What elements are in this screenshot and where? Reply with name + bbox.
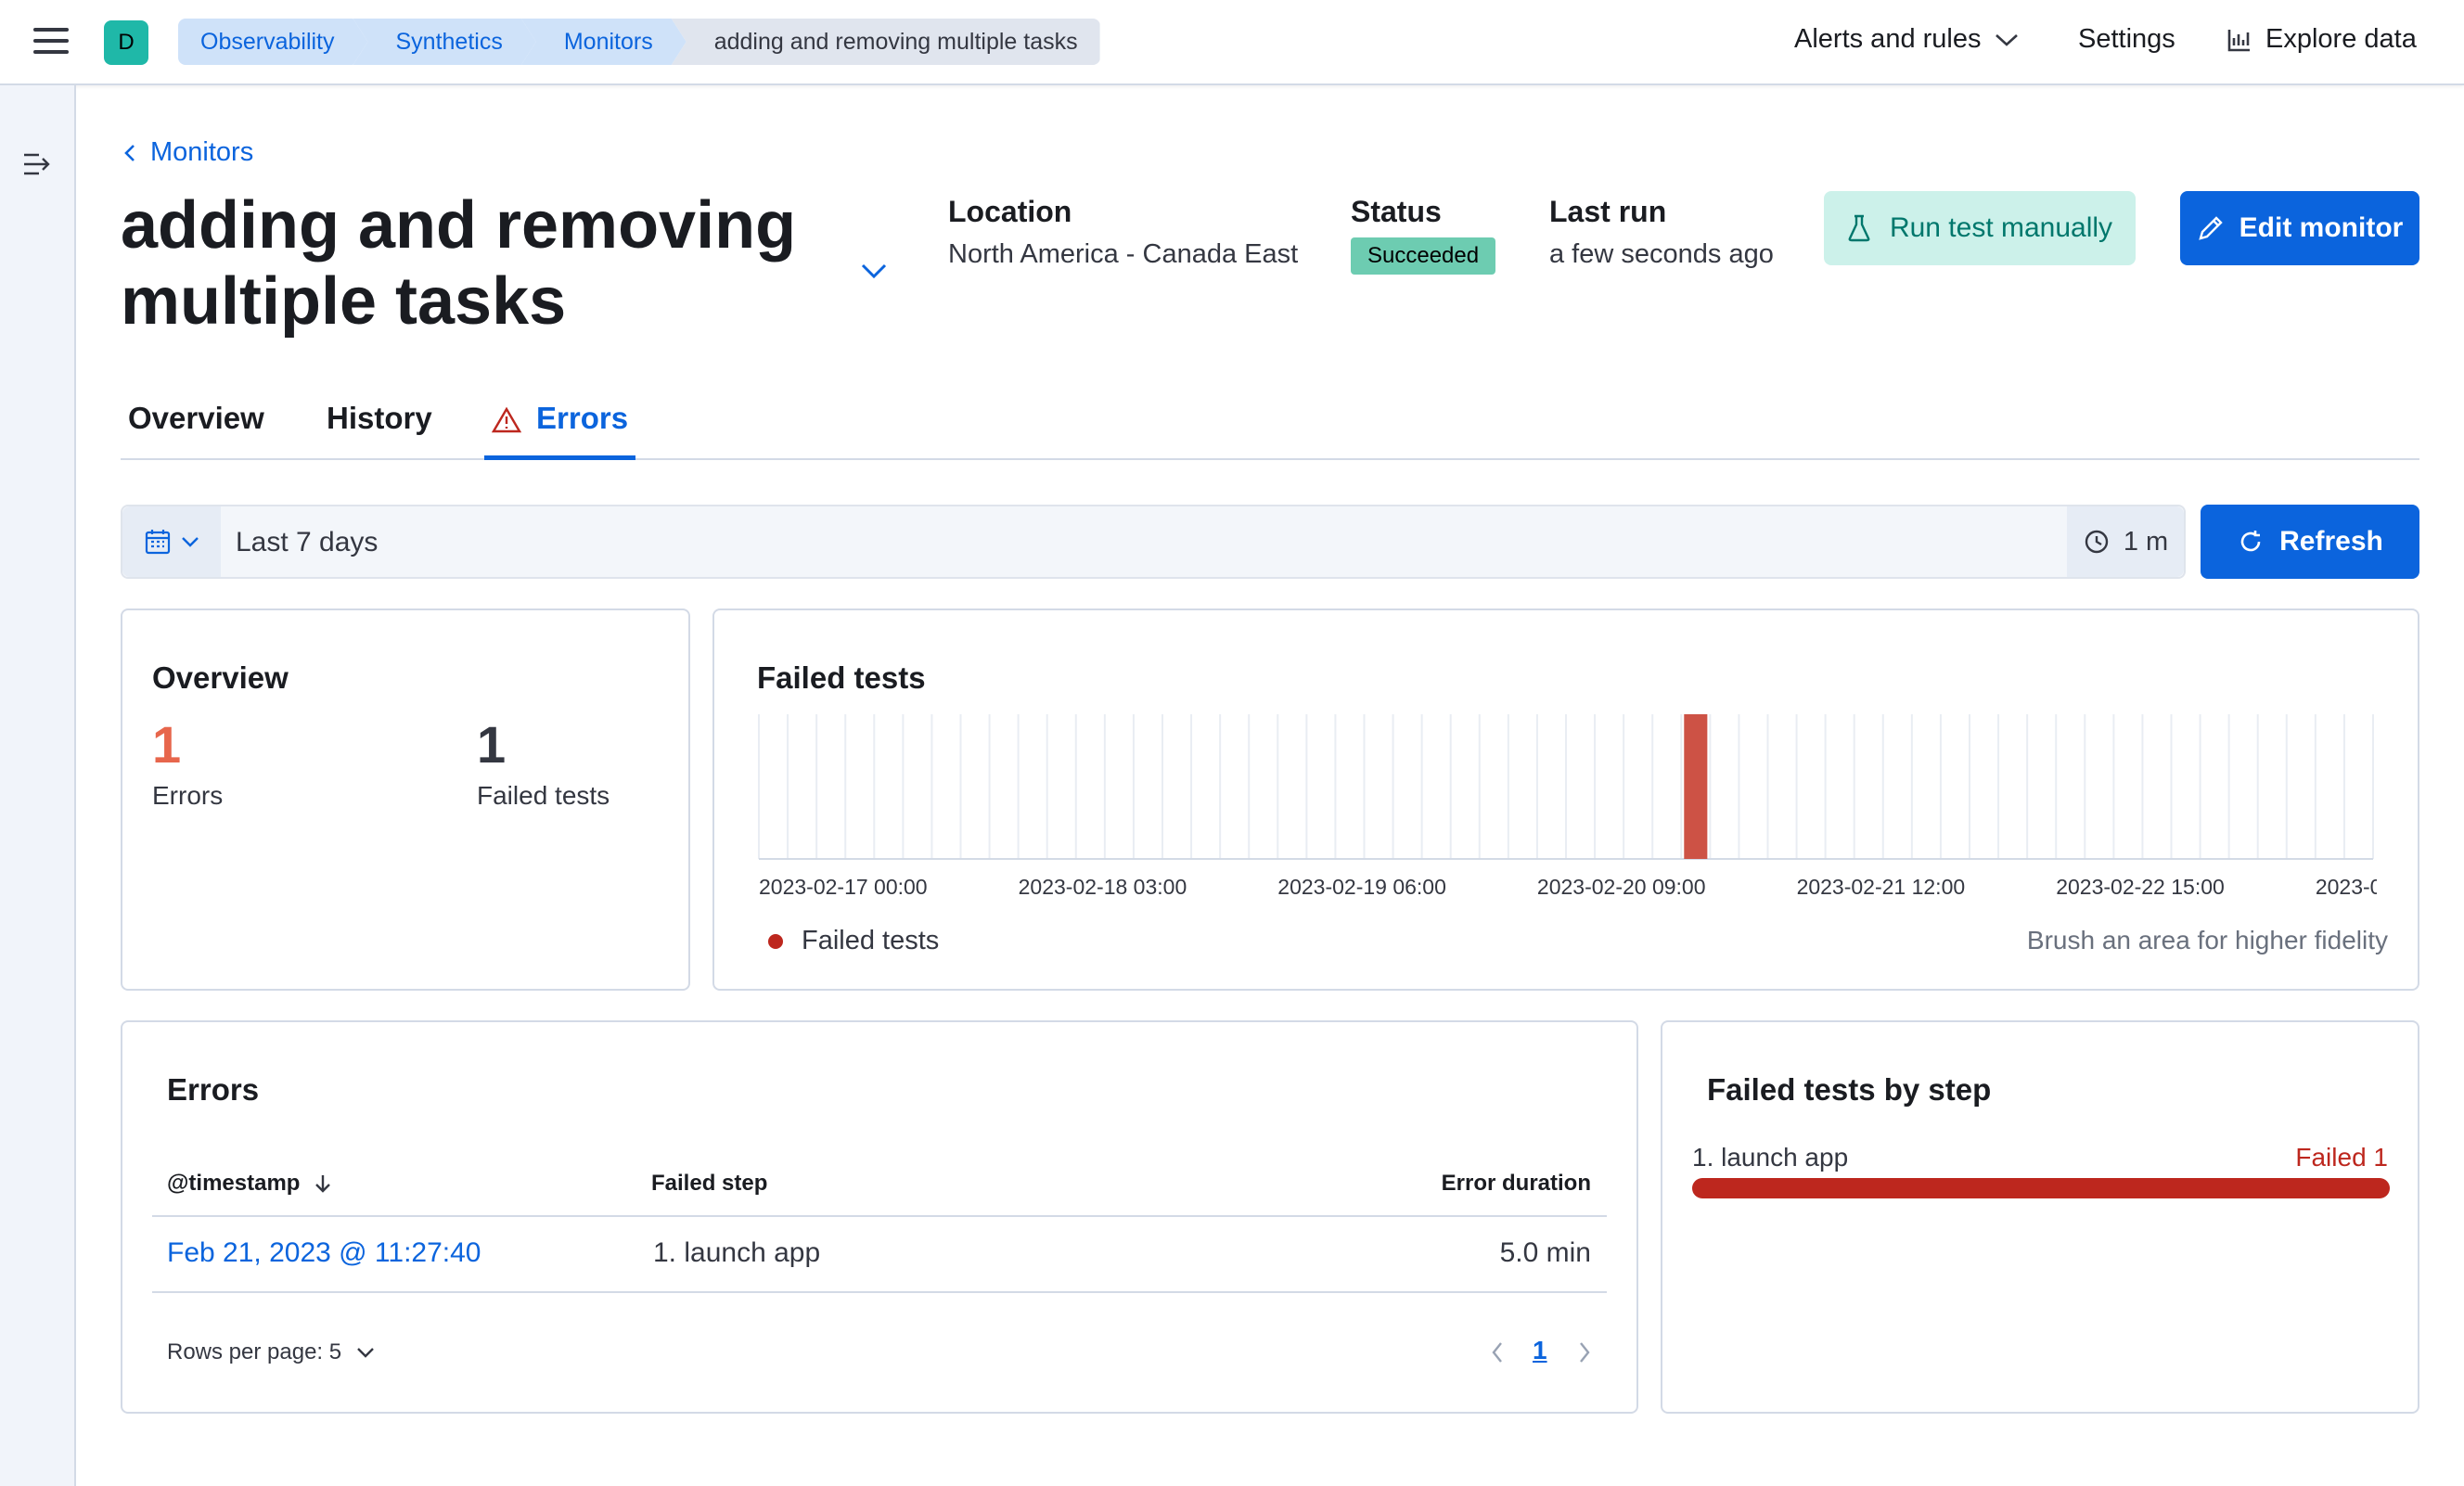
top-header: D Observability Synthetics Monitors addi…	[0, 0, 2464, 85]
table-row: Feb 21, 2023 @ 11:27:40	[167, 1237, 481, 1269]
error-duration: 5.0 min	[1499, 1237, 1591, 1268]
refresh-button[interactable]: Refresh	[2201, 505, 2419, 579]
monitor-tabs: Overview History Errors	[121, 390, 2419, 460]
errors-count: 1	[152, 715, 182, 774]
failed-step-column-header: Failed step	[651, 1171, 768, 1196]
run-test-label: Run test manually	[1889, 212, 2113, 243]
status-label: Status	[1351, 195, 1442, 228]
errors-count-label: Errors	[152, 781, 224, 810]
run-test-manually-button[interactable]: Run test manually	[1824, 191, 2136, 265]
edit-monitor-button[interactable]: Edit monitor	[2180, 191, 2419, 265]
chart-icon	[2227, 29, 2250, 51]
previous-page-button[interactable]	[1484, 1338, 1510, 1367]
back-to-monitors-link[interactable]: Monitors	[122, 137, 253, 168]
tab-overview[interactable]: Overview	[121, 401, 272, 460]
legend-dot	[768, 933, 783, 949]
breadcrumb-observability[interactable]: Observability	[178, 19, 368, 65]
failed-tests-chart[interactable]: 2023-02-17 00:00 2023-02-18 03:00 2023-02-…	[757, 712, 2377, 907]
page-title: adding and removing multiple tasks	[121, 188, 797, 339]
breadcrumb-monitors[interactable]: Monitors	[521, 19, 687, 65]
tab-errors-label: Errors	[536, 401, 629, 435]
error-failed-step: 1. launch app	[653, 1237, 821, 1268]
chevron-down-icon	[357, 1348, 374, 1358]
error-timestamp-link[interactable]: Feb 21, 2023 @ 11:27:40	[167, 1237, 481, 1268]
last-run-label: Last run	[1549, 195, 1667, 228]
menu-icon[interactable]	[33, 28, 69, 56]
table-header-divider	[152, 1215, 1607, 1217]
x-tick-label: 2023-02-17 00:00	[759, 875, 928, 899]
step-failure-bar	[1692, 1178, 2390, 1198]
timestamp-column-header[interactable]: @timestamp	[167, 1171, 333, 1197]
rows-per-page-label: Rows per page: 5	[167, 1339, 342, 1364]
legend-label: Failed tests	[802, 926, 940, 955]
tab-overview-label: Overview	[128, 401, 264, 435]
explore-data-link[interactable]: Explore data	[2227, 24, 2417, 55]
last-run-value: a few seconds ago	[1549, 239, 1774, 269]
rows-per-page-select[interactable]: Rows per page: 5	[167, 1339, 375, 1365]
failed-tests-count: 1	[477, 715, 507, 774]
tab-history-label: History	[327, 401, 432, 435]
chart-legend-item[interactable]: Failed tests	[768, 926, 939, 956]
pencil-icon	[2198, 216, 2223, 240]
chevron-left-icon	[124, 144, 135, 161]
page-number-button[interactable]: 1	[1533, 1336, 1547, 1365]
clock-icon	[2085, 530, 2109, 554]
back-label: Monitors	[150, 137, 254, 167]
brush-hint: Brush an area for higher fidelity	[2026, 926, 2388, 954]
x-tick-label: 2023-02-23 18:00	[2316, 875, 2377, 899]
timestamp-header-label: @timestamp	[167, 1171, 301, 1196]
next-page-button[interactable]	[1572, 1338, 1598, 1367]
table-row-divider	[152, 1291, 1607, 1293]
failed-by-step-title: Failed tests by step	[1707, 1072, 1992, 1107]
status-badge: Succeeded	[1351, 237, 1496, 275]
chevron-right-icon	[1580, 1342, 1590, 1363]
breadcrumb-current: adding and removing multiple tasks	[671, 19, 1100, 65]
step-name: 1. launch app	[1692, 1143, 1849, 1172]
quick-select-button[interactable]	[122, 506, 221, 577]
location-label: Location	[948, 195, 1072, 228]
location-value: North America - Canada East	[948, 239, 1299, 269]
failed-tests-count-label: Failed tests	[477, 781, 610, 810]
chevron-down-icon	[182, 537, 199, 547]
warning-icon	[492, 406, 521, 433]
date-range-text[interactable]: Last 7 days	[236, 527, 378, 558]
failed-test-bar[interactable]	[1684, 714, 1708, 859]
chevron-left-icon	[1492, 1342, 1502, 1363]
side-nav	[0, 85, 76, 1486]
monitor-switcher-chevron-icon[interactable]	[857, 260, 891, 282]
x-tick-label: 2023-02-19 06:00	[1277, 875, 1446, 899]
space-avatar[interactable]: D	[104, 20, 148, 65]
beaker-icon	[1848, 214, 1870, 242]
refresh-label: Refresh	[2279, 526, 2383, 557]
x-tick-label: 2023-02-22 15:00	[2056, 875, 2225, 899]
date-picker: Last 7 days 1 m	[121, 505, 2186, 579]
alerts-and-rules-menu[interactable]: Alerts and rules	[1794, 24, 2019, 55]
breadcrumb-synthetics[interactable]: Synthetics	[353, 19, 536, 65]
settings-link[interactable]: Settings	[2078, 24, 2175, 55]
interval-label: 1 m	[2123, 526, 2169, 557]
settings-label: Settings	[2078, 24, 2175, 54]
tab-errors[interactable]: Errors	[484, 401, 636, 460]
breadcrumb: Observability Synthetics Monitors adding…	[178, 19, 1100, 65]
chevron-down-icon	[1995, 33, 2018, 46]
failed-tests-title: Failed tests	[757, 660, 926, 695]
errors-title: Errors	[167, 1072, 260, 1107]
x-tick-label: 2023-02-21 12:00	[1797, 875, 1966, 899]
calendar-icon	[145, 530, 171, 555]
tab-history[interactable]: History	[319, 401, 440, 460]
x-tick-label: 2023-02-18 03:00	[1019, 875, 1187, 899]
sort-descending-icon	[315, 1175, 331, 1193]
edit-monitor-label: Edit monitor	[2239, 212, 2404, 243]
error-duration-column-header: Error duration	[1441, 1171, 1591, 1196]
x-tick-label: 2023-02-20 09:00	[1537, 875, 1706, 899]
dock-navigation-icon[interactable]	[22, 150, 52, 178]
auto-refresh-interval[interactable]: 1 m	[2067, 506, 2184, 577]
refresh-icon	[2240, 531, 2261, 552]
alerts-and-rules-label: Alerts and rules	[1794, 24, 1982, 54]
overview-title: Overview	[152, 660, 289, 695]
step-failed-count: Failed 1	[2295, 1143, 2388, 1172]
explore-data-label: Explore data	[2265, 24, 2417, 54]
